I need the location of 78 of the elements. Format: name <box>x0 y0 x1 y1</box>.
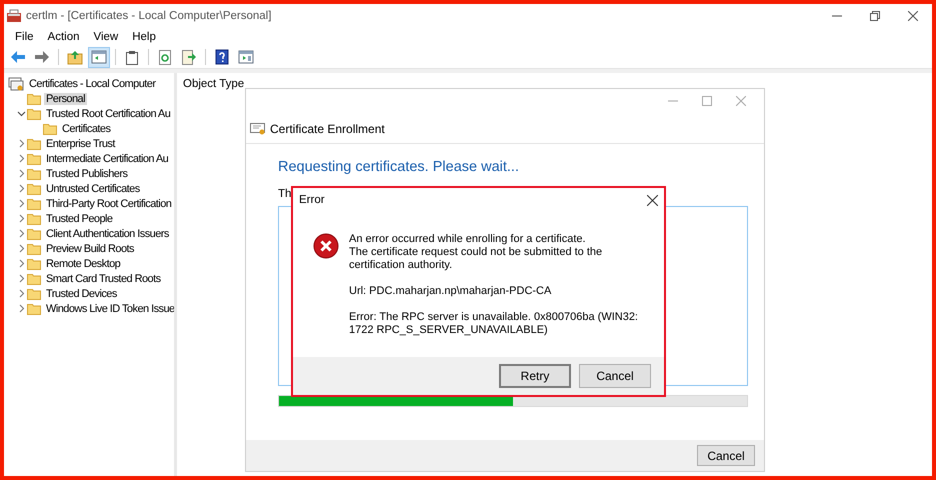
refresh-icon <box>158 50 172 64</box>
tree-item[interactable]: Trusted Root Certification Au <box>44 108 172 120</box>
certificates-icon <box>8 76 24 90</box>
expanded-chevron-icon[interactable] <box>17 110 26 116</box>
error-message: Url: PDC.maharjan.np\maharjan-PDC-CA <box>349 285 552 298</box>
console-tree-icon <box>91 50 107 64</box>
folder-icon <box>27 198 41 210</box>
error-message: An error occurred while enrolling for a certificate. <box>349 233 587 246</box>
collapsed-chevron-icon[interactable] <box>18 214 24 223</box>
collapsed-chevron-icon[interactable] <box>18 154 24 163</box>
collapsed-chevron-icon[interactable] <box>18 274 24 283</box>
dialog-button[interactable]: Retry <box>499 364 571 388</box>
collapsed-chevron-icon[interactable] <box>18 169 24 178</box>
tree-item[interactable]: Third-Party Root Certification <box>44 198 174 210</box>
folder-icon <box>27 242 41 254</box>
folder-icon <box>27 228 41 240</box>
collapsed-chevron-icon[interactable] <box>18 289 24 298</box>
folder-icon <box>27 108 41 120</box>
tree-item[interactable]: Certificates - Local Computer <box>27 78 158 90</box>
tree-item[interactable]: Windows Live ID Token Issue <box>44 302 174 314</box>
collapsed-chevron-icon[interactable] <box>18 184 24 193</box>
collapsed-chevron-icon[interactable] <box>18 229 24 238</box>
tree-item[interactable]: Trusted People <box>44 212 114 224</box>
folder-icon <box>27 288 41 300</box>
status-text: Th <box>278 188 292 200</box>
folder-icon <box>27 258 41 270</box>
error-message: The certificate request could not be submitted to the certification authority. <box>349 246 604 272</box>
collapsed-chevron-icon[interactable] <box>18 199 24 208</box>
folder-icon <box>27 302 41 314</box>
collapsed-chevron-icon[interactable] <box>18 244 24 253</box>
folder-up-icon <box>67 50 83 64</box>
close-icon[interactable] <box>647 194 658 206</box>
tree-item[interactable]: Enterprise Trust <box>44 138 117 150</box>
console-window-icon <box>238 50 254 64</box>
window-title: certlm - [Certificates - Local Computer\Personal] <box>26 10 272 22</box>
folder-icon <box>27 168 41 180</box>
collapsed-chevron-icon[interactable] <box>18 139 24 148</box>
tree-item[interactable]: Trusted Publishers <box>44 168 130 180</box>
folder-icon <box>43 122 57 134</box>
tree-item[interactable]: Intermediate Certification Au <box>44 152 170 164</box>
tree-item[interactable]: Personal <box>44 92 88 104</box>
export-list-icon <box>181 50 197 64</box>
tree-item[interactable]: Preview Build Roots <box>44 242 136 254</box>
dialog-title: Certificate Enrollment <box>270 122 385 136</box>
tree-item[interactable]: Untrusted Certificates <box>44 182 142 194</box>
error-message: Error: The RPC server is unavailable. 0x800706ba (WIN32: 1722 RPC_S_SERVER_UNAVAILABLE) <box>349 311 639 337</box>
folder-icon <box>27 138 41 150</box>
collapsed-chevron-icon[interactable] <box>18 304 24 313</box>
dialog-heading: Requesting certificates. Please wait... <box>278 159 520 175</box>
column-header[interactable]: Object Type <box>183 78 244 90</box>
tree-item[interactable]: Smart Card Trusted Roots <box>44 272 163 284</box>
tree-item[interactable]: Client Authentication Issuers <box>44 228 171 240</box>
restore-icon[interactable] <box>870 11 880 21</box>
folder-icon <box>27 92 41 104</box>
close-icon[interactable] <box>908 11 918 21</box>
tree-item[interactable]: Remote Desktop <box>44 258 122 270</box>
folder-icon <box>27 212 41 224</box>
tree-item[interactable]: Certificates <box>60 122 112 134</box>
menu-item[interactable]: Help <box>125 31 163 43</box>
cancel-button[interactable]: Cancel <box>697 445 755 466</box>
forward-arrow-icon <box>34 50 50 64</box>
clipboard-icon <box>125 50 139 64</box>
menu-item[interactable]: File <box>8 31 41 43</box>
error-icon <box>313 233 339 259</box>
certificate-icon <box>250 122 266 136</box>
maximize-icon[interactable] <box>702 96 712 106</box>
dialog-button[interactable]: Cancel <box>579 364 651 388</box>
folder-icon <box>27 152 41 164</box>
menu-item[interactable]: Action <box>40 31 86 43</box>
dialog-title: Error <box>299 194 325 206</box>
back-arrow-icon <box>10 50 26 64</box>
folder-icon <box>27 272 41 284</box>
folder-icon <box>27 182 41 194</box>
menu-item[interactable]: View <box>86 31 126 43</box>
tree-item[interactable]: Trusted Devices <box>44 288 119 300</box>
help-icon <box>215 49 229 65</box>
collapsed-chevron-icon[interactable] <box>18 259 24 268</box>
toolbox-icon <box>6 9 22 23</box>
